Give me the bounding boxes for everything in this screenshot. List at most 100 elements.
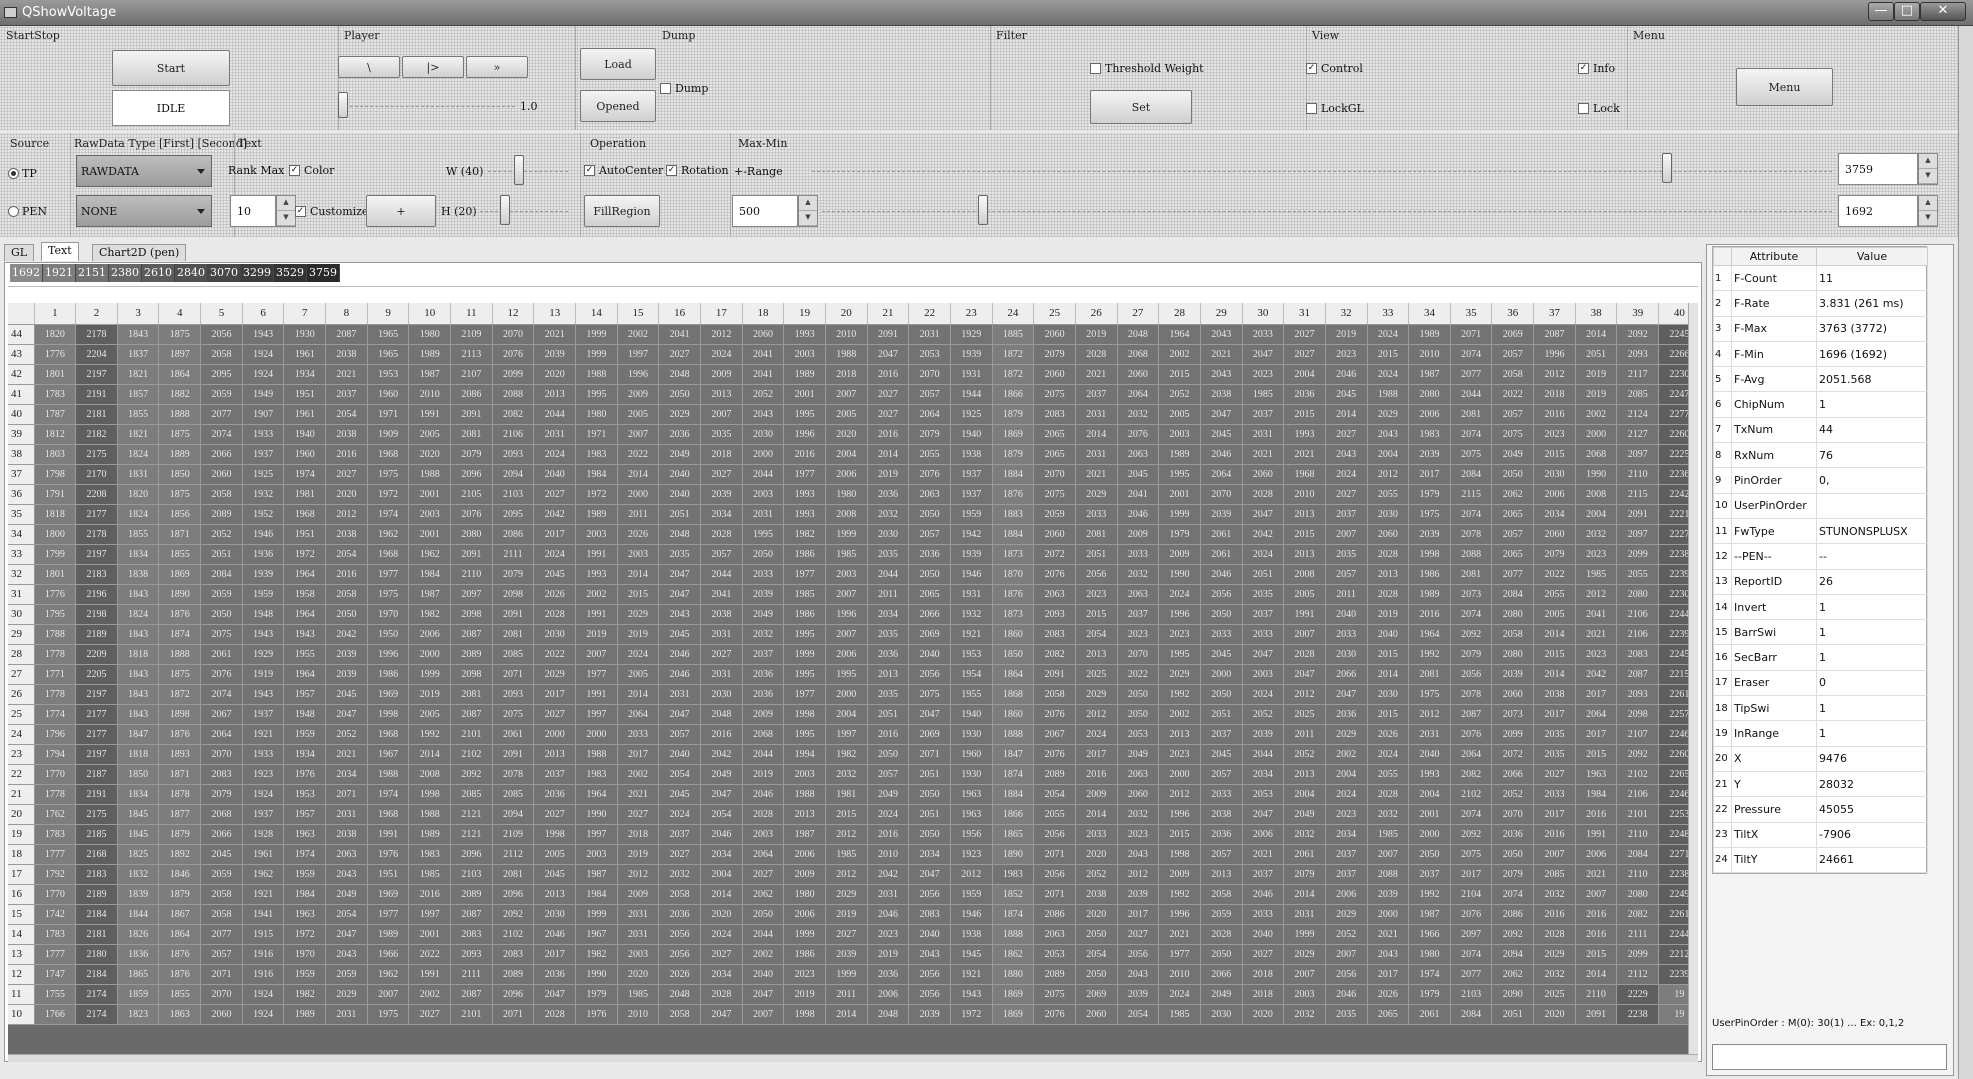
color-checkbox[interactable]: ✓ Color [289, 164, 334, 177]
grid-cell[interactable]: 2019 [1575, 364, 1618, 385]
grid-cell[interactable]: 1964 [283, 604, 327, 625]
attribute-row[interactable]: 11 FwType STUNONSPLUSX [1713, 517, 1928, 545]
grid-cell[interactable]: 2029 [1325, 724, 1368, 745]
attribute-row[interactable]: 12 --PEN-- -- [1713, 543, 1928, 570]
grid-cell[interactable]: 2070 [1117, 644, 1160, 665]
grid-cell[interactable]: 2053 [908, 344, 951, 365]
grid-cell[interactable]: 2051 [908, 764, 951, 785]
row-header[interactable]: 32 [8, 564, 35, 585]
grid-cell[interactable]: 2026 [617, 524, 660, 545]
grid-cell[interactable]: 2023 [1242, 364, 1285, 385]
grid-cell[interactable]: 1984 [575, 884, 618, 905]
grid-cell[interactable]: 1985 [825, 844, 868, 865]
grid-cell[interactable]: 2014 [1075, 424, 1118, 445]
grid-cell[interactable]: 2031 [867, 884, 910, 905]
row-header[interactable]: 30 [8, 604, 35, 625]
column-header[interactable]: 23 [950, 303, 993, 325]
grid-cell[interactable]: 2060 [1117, 364, 1160, 385]
spin-up-icon[interactable]: ▲ [1919, 154, 1937, 169]
row-header[interactable]: 10 [8, 1004, 35, 1025]
grid-cell[interactable]: 2072 [1491, 744, 1535, 765]
grid-cell[interactable]: 2028 [700, 984, 743, 1005]
grid-cell[interactable]: 2088 [492, 384, 535, 405]
grid-cell[interactable]: 2000 [1575, 424, 1618, 445]
grid-cell[interactable]: 2023 [1117, 824, 1160, 845]
grid-cell[interactable]: 2046 [742, 784, 785, 805]
grid-cell[interactable]: 2007 [617, 424, 660, 445]
grid-cell[interactable]: 2027 [867, 404, 910, 425]
grid-cell[interactable]: 2021 [1367, 924, 1410, 945]
column-header[interactable]: 21 [867, 303, 910, 325]
grid-cell[interactable]: 1976 [367, 844, 410, 865]
grid-cell[interactable]: 1937 [242, 444, 285, 465]
grid-cell[interactable]: 2016 [1533, 824, 1576, 845]
grid-cell[interactable]: 2056 [1033, 824, 1076, 845]
grid-cell[interactable]: 2010 [1283, 484, 1326, 505]
grid-cell[interactable]: 2087 [1616, 664, 1660, 685]
grid-cell[interactable]: 2037 [742, 644, 785, 665]
grid-cell[interactable]: 2058 [1491, 624, 1535, 645]
grid-cell[interactable]: 2098 [1616, 704, 1660, 725]
grid-cell[interactable]: 2008 [1283, 564, 1326, 585]
grid-cell[interactable]: 1996 [783, 424, 826, 445]
grid-cell[interactable]: 1987 [575, 864, 618, 885]
grid-cell[interactable]: 2013 [1283, 544, 1326, 565]
grid-cell[interactable]: 1982 [783, 524, 826, 545]
grid-cell[interactable]: 2038 [1200, 384, 1243, 405]
column-header[interactable]: 1 [34, 303, 77, 325]
grid-cell[interactable]: 1961 [283, 344, 327, 365]
grid-cell[interactable]: 1991 [408, 964, 452, 985]
grid-cell[interactable]: 1821 [117, 424, 160, 445]
grid-cell[interactable]: 2006 [825, 464, 868, 485]
grid-cell[interactable]: 2082 [492, 404, 535, 425]
grid-cell[interactable]: 2049 [658, 444, 701, 465]
grid-cell[interactable]: 2016 [1575, 924, 1618, 945]
grid-cell[interactable]: 2085 [492, 644, 535, 665]
grid-cell[interactable]: 2056 [908, 964, 951, 985]
grid-cell[interactable]: 2010 [1408, 344, 1451, 365]
grid-cell[interactable]: 2034 [700, 844, 743, 865]
grid-cell[interactable]: 2029 [533, 664, 577, 685]
grid-cell[interactable]: 2088 [1450, 544, 1493, 565]
grid-cell[interactable]: 1988 [408, 804, 452, 825]
grid-cell[interactable]: 2076 [450, 504, 493, 525]
grid-cell[interactable]: 1742 [34, 904, 77, 925]
grid-cell[interactable]: 2041 [700, 584, 743, 605]
grid-cell[interactable]: 2107 [1616, 724, 1660, 745]
grid-cell[interactable]: 2063 [1117, 444, 1160, 465]
grid-cell[interactable]: 2052 [1491, 784, 1535, 805]
grid-cell[interactable]: 2022 [1533, 564, 1576, 585]
grid-cell[interactable]: 2038 [325, 524, 368, 545]
grid-cell[interactable]: 2045 [658, 624, 701, 645]
grid-cell[interactable]: 2031 [1283, 904, 1326, 925]
grid-cell[interactable]: 2012 [1283, 684, 1326, 705]
grid-cell[interactable]: 2037 [1117, 604, 1160, 625]
attribute-row[interactable]: 24 TiltY 24661 [1713, 846, 1928, 874]
grid-cell[interactable]: 2001 [783, 384, 826, 405]
grid-cell[interactable]: 2000 [533, 724, 577, 745]
grid-cell[interactable]: 1979 [1408, 984, 1451, 1005]
grid-cell[interactable]: 2041 [1575, 604, 1618, 625]
grid-cell[interactable]: 1983 [992, 864, 1035, 885]
grid-cell[interactable]: 1982 [283, 984, 327, 1005]
spin-down-icon[interactable]: ▼ [799, 211, 817, 226]
row-header[interactable]: 11 [8, 984, 35, 1005]
grid-cell[interactable]: 1818 [34, 504, 77, 525]
grid-cell[interactable]: 1991 [1283, 604, 1326, 625]
grid-cell[interactable]: 2025 [1075, 664, 1118, 685]
grid-cell[interactable]: 2076 [1033, 744, 1076, 765]
grid-cell[interactable]: 2076 [1033, 704, 1076, 725]
grid-cell[interactable]: 2024 [533, 444, 577, 465]
grid-cell[interactable]: 1959 [950, 884, 993, 905]
grid-cell[interactable]: 2121 [450, 804, 493, 825]
grid-cell[interactable]: 2057 [908, 384, 951, 405]
grid-cell[interactable]: 2059 [325, 964, 368, 985]
lock-checkbox[interactable]: Lock [1578, 102, 1620, 115]
grid-cell[interactable]: 2015 [1158, 824, 1201, 845]
grid-cell[interactable]: 1998 [783, 1004, 826, 1025]
grid-cell[interactable]: 2089 [450, 644, 493, 665]
grid-cell[interactable]: 2037 [1325, 844, 1368, 865]
grid-cell[interactable]: 2079 [492, 564, 535, 585]
grid-cell[interactable]: 2044 [1450, 384, 1493, 405]
grid-cell[interactable]: 2000 [742, 444, 785, 465]
